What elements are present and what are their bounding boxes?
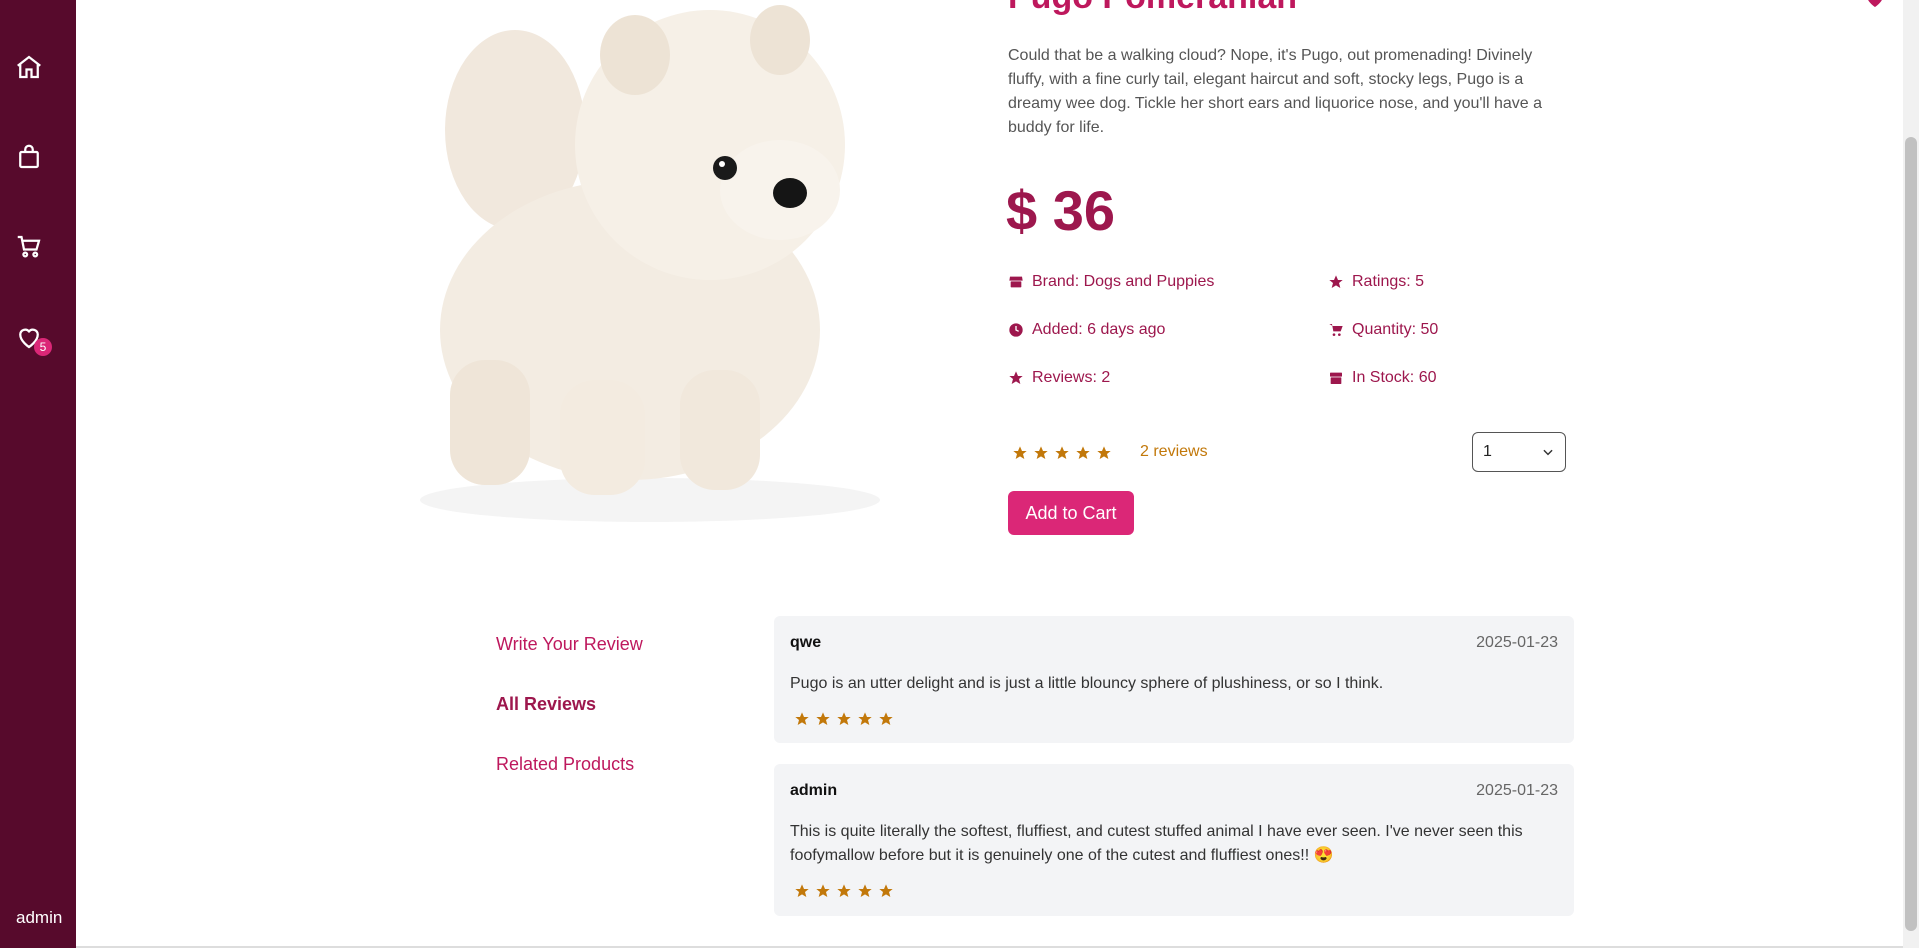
product-description: Could that be a walking cloud? Nope, it'… <box>1008 47 1543 136</box>
reviews-info: Reviews: 2 <box>1008 369 1110 387</box>
home-icon[interactable] <box>14 52 44 82</box>
stock-info: In Stock: 60 <box>1328 369 1437 387</box>
tab-related-products[interactable]: Related Products <box>496 754 634 775</box>
tab-all-reviews[interactable]: All Reviews <box>496 694 596 715</box>
review-text: Pugo is an utter delight and is just a l… <box>790 675 1384 692</box>
star-icon <box>795 712 809 725</box>
scrollbar-thumb[interactable] <box>1905 137 1917 931</box>
star-icon <box>879 712 893 725</box>
reviews-text: Reviews: 2 <box>1032 369 1111 386</box>
star-icon <box>1329 275 1343 288</box>
add-to-cart-button[interactable]: Add to Cart <box>1008 491 1134 535</box>
star-icon <box>858 884 872 897</box>
star-icon <box>795 884 809 897</box>
star-icon <box>1055 446 1069 459</box>
wishlist-count-badge: 5 <box>34 338 52 356</box>
review-date: 2025-01-23 <box>1476 782 1558 799</box>
star-icon <box>1009 371 1023 384</box>
star-icon <box>1013 446 1027 459</box>
wishlist-heart-icon[interactable] <box>1862 0 1888 10</box>
reviews-count-link[interactable]: 2 reviews <box>1140 443 1208 461</box>
added-text: Added: 6 days ago <box>1032 321 1166 338</box>
box-icon <box>1330 372 1342 384</box>
brand-info: Brand: Dogs and Puppies <box>1008 273 1214 291</box>
product-price: $ 36 <box>1006 179 1115 242</box>
review-stars <box>794 883 894 899</box>
clock-icon <box>1009 323 1023 337</box>
chevron-down-icon <box>1543 449 1553 456</box>
added-info: Added: 6 days ago <box>1008 321 1165 339</box>
ratings-text: Ratings: 5 <box>1352 273 1425 290</box>
sidebar-username[interactable]: admin <box>16 908 62 928</box>
stock-text: In Stock: 60 <box>1352 369 1437 386</box>
quantity-info: Quantity: 50 <box>1328 321 1438 339</box>
store-icon <box>1009 276 1023 288</box>
review-stars <box>794 711 894 727</box>
product-rating-stars <box>1012 445 1112 461</box>
review-user: admin <box>790 782 838 799</box>
star-icon <box>816 884 830 897</box>
review-user: qwe <box>790 634 822 651</box>
star-icon <box>879 884 893 897</box>
product-image <box>380 0 940 530</box>
star-icon <box>837 712 851 725</box>
star-icon <box>837 884 851 897</box>
quantity-select-value: 1 <box>1483 443 1492 460</box>
star-icon <box>858 712 872 725</box>
review-date: 2025-01-23 <box>1476 634 1558 651</box>
tab-write-review[interactable]: Write Your Review <box>496 634 643 655</box>
star-icon <box>1076 446 1090 459</box>
cart-icon <box>1329 324 1343 336</box>
quantity-text: Quantity: 50 <box>1352 321 1439 338</box>
star-icon <box>816 712 830 725</box>
ratings-info: Ratings: 5 <box>1328 273 1424 291</box>
cart-icon[interactable] <box>14 232 44 262</box>
shopping-bag-icon[interactable] <box>14 142 44 172</box>
star-icon <box>1097 446 1111 459</box>
review-card: admin 2025-01-23 This is quite literally… <box>774 764 1574 916</box>
star-icon <box>1034 446 1048 459</box>
sidebar: 5 admin <box>0 0 76 948</box>
review-card: qwe 2025-01-23 Pugo is an utter delight … <box>774 616 1574 743</box>
review-text: This is quite literally the softest, flu… <box>790 823 1523 864</box>
quantity-select[interactable]: 1 <box>1472 432 1566 472</box>
product-title: Pugo Pomeranian <box>1008 0 1297 17</box>
brand-text: Brand: Dogs and Puppies <box>1032 273 1215 290</box>
